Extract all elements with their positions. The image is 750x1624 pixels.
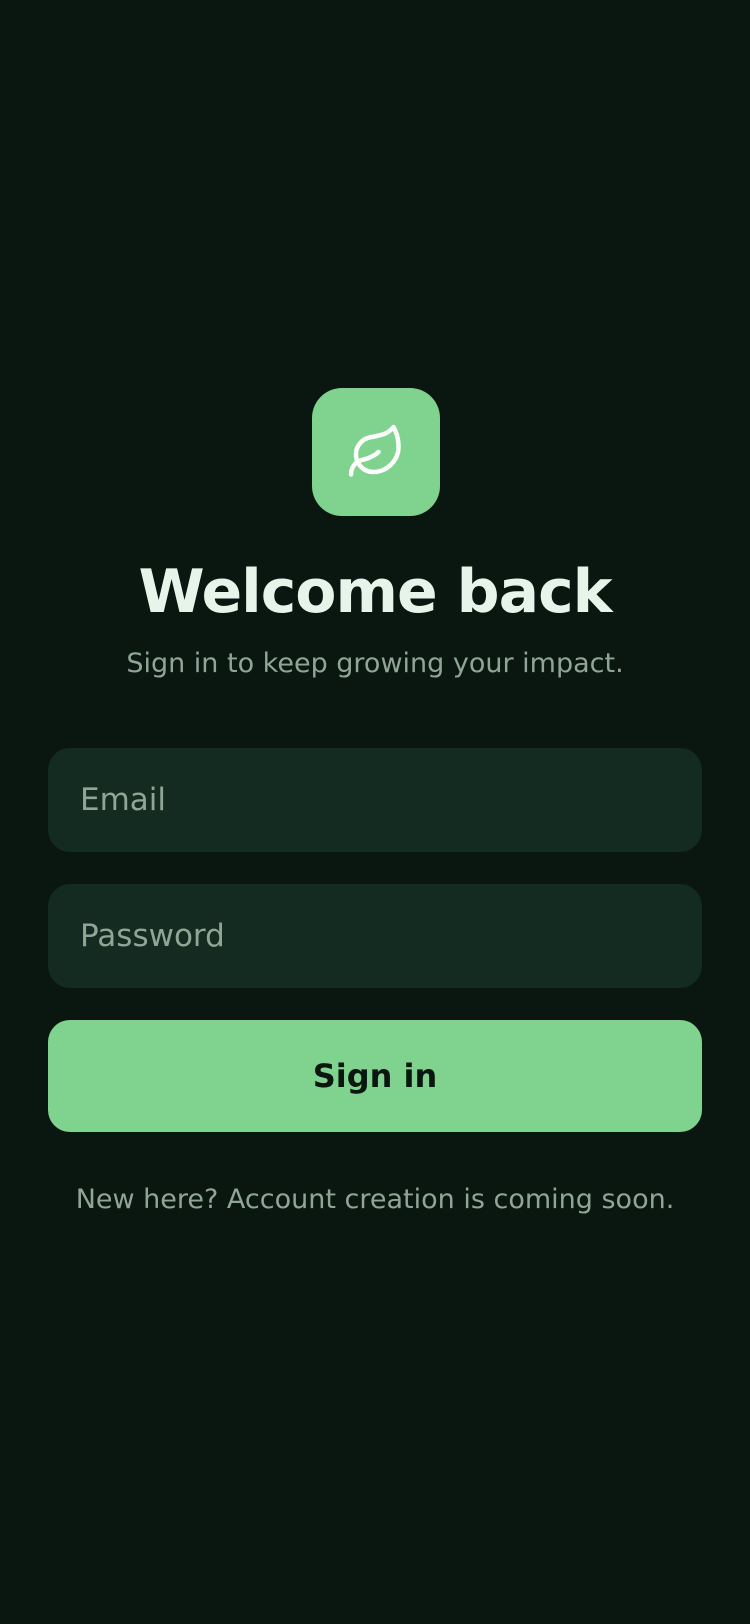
email-input[interactable]	[80, 782, 702, 818]
password-input[interactable]	[80, 918, 702, 954]
sign-in-button[interactable]: Sign in	[48, 1020, 702, 1132]
login-screen: Welcome back Sign in to keep growing you…	[0, 0, 750, 1624]
sign-in-label: Sign in	[312, 1057, 438, 1095]
account-creation-note: New here? Account creation is coming soo…	[75, 1184, 675, 1215]
email-field[interactable]	[48, 748, 702, 852]
leaf-icon	[348, 424, 401, 477]
page-subtitle: Sign in to keep growing your impact.	[126, 648, 624, 679]
app-logo	[312, 388, 440, 516]
password-field[interactable]	[48, 884, 702, 988]
page-title: Welcome back	[138, 557, 612, 627]
